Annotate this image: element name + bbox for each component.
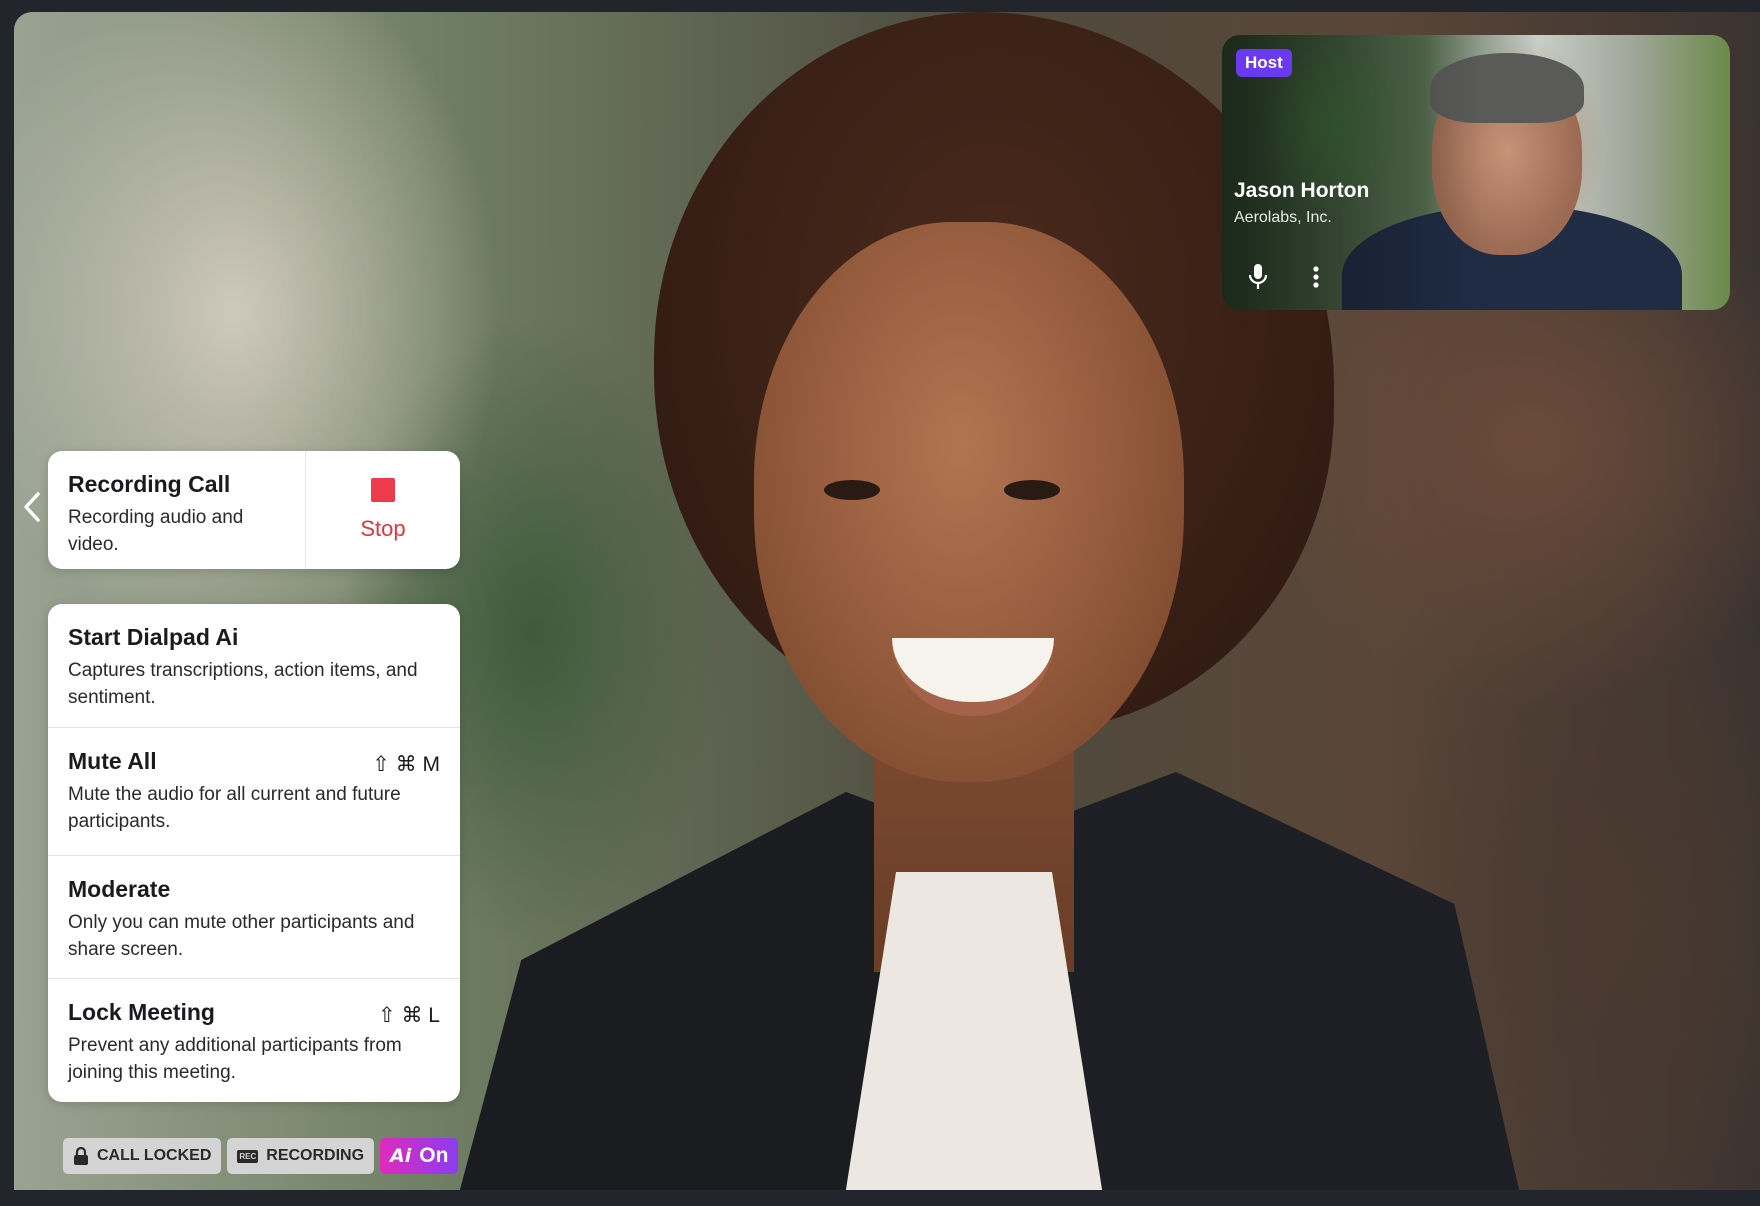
shortcut-label: ⇧ ⌘ M	[372, 753, 440, 776]
menu-item-title: Moderate	[68, 876, 171, 902]
menu-item-lock-meeting[interactable]: Lock Meeting ⇧ ⌘ L Prevent any additiona…	[48, 979, 460, 1102]
participant-company: Aerolabs, Inc.	[1234, 209, 1332, 226]
call-options-menu: Start Dialpad Ai Captures transcriptions…	[48, 604, 460, 1102]
rec-icon: REC	[237, 1149, 259, 1163]
shortcut-label: ⇧ ⌘ L	[378, 1004, 440, 1027]
menu-item-description: Mute the audio for all current and futur…	[68, 784, 401, 832]
recording-subtitle: Recording audio and video.	[68, 507, 244, 555]
menu-item-start-dialpad-ai[interactable]: Start Dialpad Ai Captures transcriptions…	[48, 604, 460, 728]
more-vertical-icon[interactable]	[1296, 257, 1336, 297]
stop-icon	[371, 478, 395, 502]
ai-logo-icon: Ai	[390, 1145, 412, 1167]
microphone-icon[interactable]	[1238, 257, 1278, 297]
recording-title: Recording Call	[68, 471, 231, 497]
participant-tile[interactable]: Host Jason Horton Aerolabs, Inc.	[1222, 35, 1730, 310]
menu-item-description: Only you can mute other participants and…	[68, 912, 415, 960]
stop-label: Stop	[360, 516, 406, 541]
collapse-chevron-icon[interactable]	[20, 490, 44, 524]
status-bar: CALL LOCKED REC RECORDING Ai On	[63, 1138, 459, 1174]
ai-status-badge[interactable]: Ai On	[380, 1138, 459, 1174]
menu-item-moderate[interactable]: Moderate Only you can mute other partici…	[48, 856, 460, 979]
recording-badge: REC RECORDING	[227, 1138, 375, 1174]
menu-item-title: Start Dialpad Ai	[68, 624, 239, 650]
host-badge: Host	[1236, 49, 1292, 77]
call-locked-badge: CALL LOCKED	[63, 1138, 222, 1174]
stop-recording-button[interactable]: Stop	[306, 451, 460, 569]
menu-item-description: Prevent any additional participants from…	[68, 1035, 402, 1083]
participant-name: Jason Horton	[1234, 179, 1370, 202]
lock-icon	[74, 1146, 88, 1165]
menu-item-mute-all[interactable]: Mute All ⇧ ⌘ M Mute the audio for all cu…	[48, 728, 460, 856]
recording-card: Recording Call Recording audio and video…	[48, 451, 460, 569]
menu-item-description: Captures transcriptions, action items, a…	[68, 660, 418, 708]
